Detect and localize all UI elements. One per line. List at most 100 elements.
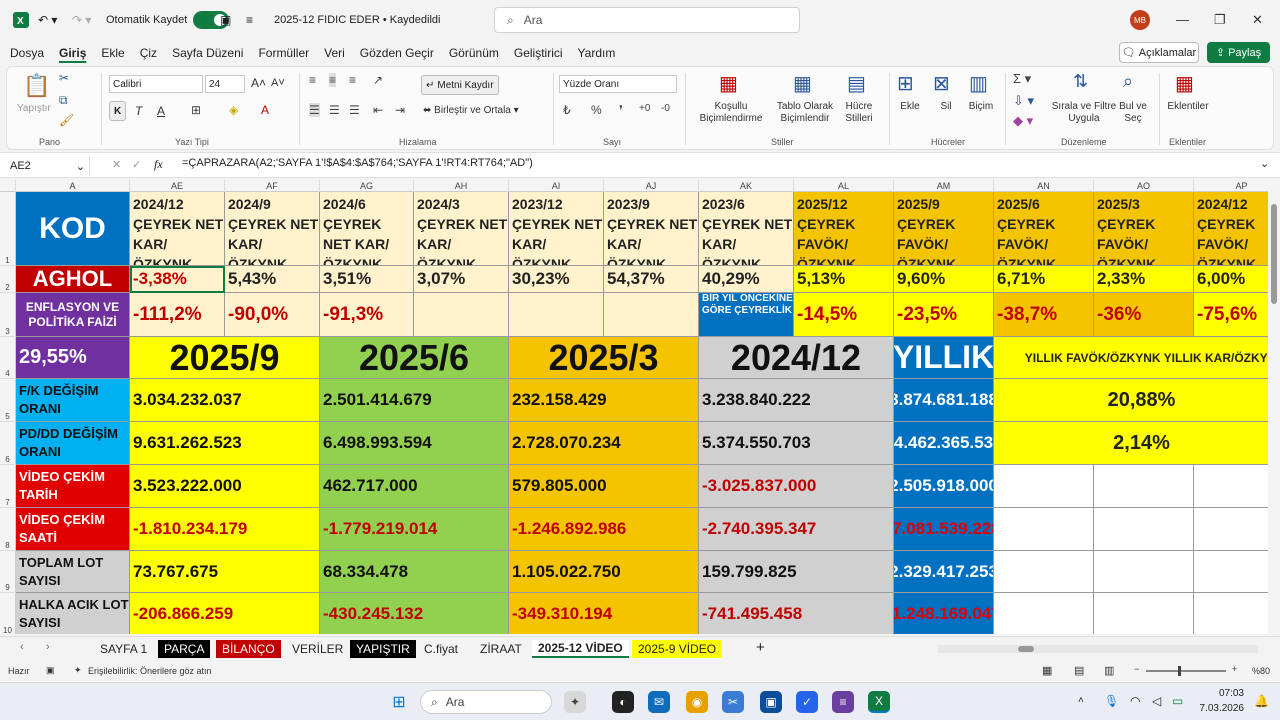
inflation-label[interactable]: ENFLASYON VE POLİTİKA FAİZİ bbox=[16, 293, 130, 337]
column-header-a[interactable]: A bbox=[16, 180, 130, 192]
value-cell[interactable]: 6,00% bbox=[1194, 266, 1268, 293]
value-cell[interactable]: 159.799.825 bbox=[699, 551, 894, 593]
tab-developer[interactable]: Geliştirici bbox=[514, 46, 563, 60]
column-header-af[interactable]: AF bbox=[225, 180, 320, 192]
widgets-icon[interactable]: ✦ bbox=[564, 691, 586, 713]
delete-cells-button[interactable]: Sil bbox=[931, 101, 961, 113]
undo-icon[interactable]: ↶ ▾ bbox=[38, 0, 57, 40]
add-ins-icon[interactable]: ▦ bbox=[1175, 71, 1194, 96]
empty-cell[interactable] bbox=[1094, 551, 1194, 593]
cancel-icon[interactable]: ✕ bbox=[112, 158, 121, 171]
sheet-tab-2025-12-video[interactable]: 2025-12 VİDEO bbox=[532, 640, 629, 658]
insert-cells-icon[interactable]: ⊞ bbox=[897, 71, 914, 96]
value-cell[interactable]: 24.462.365.532 bbox=[894, 422, 994, 465]
value-cell[interactable]: -23,5% bbox=[894, 293, 994, 337]
value-cell[interactable]: -7.081.539.228 bbox=[894, 508, 994, 551]
format-as-table-icon[interactable]: ▦ bbox=[793, 71, 812, 96]
increase-decimal-icon[interactable]: +0 bbox=[639, 103, 650, 114]
column-title-cell[interactable]: 2025/9 ÇEYREK FAVÖK/ ÖZKYNK bbox=[894, 192, 994, 266]
empty-cell[interactable] bbox=[1094, 508, 1194, 551]
tab-home[interactable]: Giriş bbox=[59, 46, 86, 60]
row-label[interactable]: TOPLAM LOT SAYISI bbox=[16, 551, 130, 593]
row-label[interactable]: PD/DD DEĞİŞİM ORANI bbox=[16, 422, 130, 465]
column-header-am[interactable]: AM bbox=[894, 180, 994, 192]
value-cell[interactable]: 2.329.417.253 bbox=[894, 551, 994, 593]
value-cell[interactable]: -91,3% bbox=[320, 293, 414, 337]
tab-page-layout[interactable]: Sayfa Düzeni bbox=[172, 46, 243, 60]
tab-insert[interactable]: Ekle bbox=[101, 46, 124, 60]
zoom-in-icon[interactable]: + bbox=[1232, 664, 1237, 674]
cell-styles-icon[interactable]: ▤ bbox=[847, 71, 866, 96]
sheet-tab-parca[interactable]: PARÇA bbox=[158, 640, 211, 658]
insert-function-icon[interactable]: fx bbox=[154, 157, 163, 172]
value-cell[interactable]: 9,60% bbox=[894, 266, 994, 293]
row-header-2[interactable]: 2 bbox=[0, 266, 16, 293]
worksheet-grid[interactable]: A AE AF AG AH AI AJ AK AL AM AN AO AP 1 2 3 4 5 6 7 8 9 10 KOD… bbox=[0, 180, 1268, 634]
ratio-cell[interactable]: 29,55% bbox=[16, 337, 130, 379]
value-cell[interactable]: 2,33% bbox=[1094, 266, 1194, 293]
select-all-corner[interactable] bbox=[0, 180, 16, 192]
orientation-icon[interactable]: ↗ bbox=[373, 73, 383, 87]
format-painter-icon[interactable]: 🖌 bbox=[59, 113, 74, 127]
column-header-ag[interactable]: AG bbox=[320, 180, 414, 192]
name-box[interactable]: AE2 ⌄ bbox=[6, 156, 90, 176]
add-sheet-icon[interactable]: + bbox=[756, 639, 765, 656]
page-break-icon[interactable]: ▥ bbox=[1104, 664, 1114, 677]
value-cell[interactable]: 8.874.681.188 bbox=[894, 379, 994, 422]
row-header-5[interactable]: 5 bbox=[0, 379, 16, 422]
wrap-text-button[interactable]: ↵ Metni Kaydır bbox=[421, 75, 499, 95]
font-name-select[interactable]: Calibri bbox=[109, 75, 203, 93]
column-title-cell[interactable]: 2023/9 ÇEYREK NET KAR/ ÖZKYNK bbox=[604, 192, 699, 266]
row-header-9[interactable]: 9 bbox=[0, 551, 16, 593]
tab-view[interactable]: Görünüm bbox=[449, 46, 499, 60]
sheet-tab-ziraat[interactable]: ZİRAAT bbox=[474, 640, 528, 658]
decrease-decimal-icon[interactable]: -0 bbox=[661, 103, 670, 114]
value-cell[interactable]: -1.810.234.179 bbox=[130, 508, 320, 551]
column-header-ap[interactable]: AP bbox=[1194, 180, 1268, 192]
value-cell[interactable]: 2.728.070.234 bbox=[509, 422, 699, 465]
close-icon[interactable]: ✕ bbox=[1252, 12, 1263, 28]
microphone-icon[interactable]: 🎙 bbox=[1104, 694, 1119, 708]
decrease-indent-icon[interactable]: ⇤ bbox=[373, 103, 383, 117]
row-header-3[interactable]: 3 bbox=[0, 293, 16, 337]
value-cell[interactable]: 6,71% bbox=[994, 266, 1094, 293]
media-icon[interactable]: ≡ bbox=[832, 691, 854, 713]
value-cell[interactable]: -75,6% bbox=[1194, 293, 1268, 337]
align-right-icon[interactable]: ☰ bbox=[349, 103, 360, 117]
redo-icon[interactable]: ↷ ▾ bbox=[72, 0, 91, 40]
sort-filter-button[interactable]: Sırala ve Filtre Uygula bbox=[1049, 101, 1119, 125]
value-cell[interactable]: 40,29% bbox=[699, 266, 794, 293]
value-cell[interactable]: 6.498.993.594 bbox=[320, 422, 509, 465]
sheet-tab-yapistir[interactable]: YAPIŞTIR bbox=[350, 640, 416, 658]
tab-file[interactable]: Dosya bbox=[10, 46, 44, 60]
quarter-header[interactable]: 2025/9 bbox=[130, 337, 320, 379]
document-title[interactable]: 2025-12 FIDIC EDER • Kaydedildi bbox=[274, 0, 440, 40]
column-title-cell[interactable]: 2025/6 ÇEYREK FAVÖK/ ÖZKYNK bbox=[994, 192, 1094, 266]
format-cells-button[interactable]: Biçim bbox=[963, 101, 999, 113]
column-header-al[interactable]: AL bbox=[794, 180, 894, 192]
font-color-icon[interactable]: A bbox=[261, 103, 269, 117]
todo-icon[interactable]: ✓ bbox=[796, 691, 818, 713]
add-ins-button[interactable]: Eklentiler bbox=[1165, 101, 1211, 113]
column-title-cell[interactable]: 2024/6 ÇEYREK NET KAR/ ÖZKYNK bbox=[320, 192, 414, 266]
align-top-icon[interactable]: ≡ bbox=[309, 73, 316, 87]
value-cell[interactable]: 73.767.675 bbox=[130, 551, 320, 593]
column-header-ak[interactable]: AK bbox=[699, 180, 794, 192]
column-title-cell[interactable]: 2024/3 ÇEYREK NET KAR/ ÖZKYNK bbox=[414, 192, 509, 266]
value-cell[interactable] bbox=[604, 293, 699, 337]
value-cell[interactable]: -206.866.259 bbox=[130, 593, 320, 634]
minimize-icon[interactable]: — bbox=[1176, 12, 1189, 27]
row-header-8[interactable]: 8 bbox=[0, 508, 16, 551]
value-cell[interactable]: 2.505.918.000 bbox=[894, 465, 994, 508]
value-cell[interactable]: -111,2% bbox=[130, 293, 225, 337]
merge-center-button[interactable]: ⬌ Birleştir ve Ortala ▾ bbox=[423, 105, 519, 117]
tab-draw[interactable]: Çiz bbox=[140, 46, 157, 60]
find-select-button[interactable]: Bul ve Seç bbox=[1115, 101, 1151, 125]
page-layout-icon[interactable]: ▤ bbox=[1074, 664, 1084, 677]
value-cell[interactable]: -14,5% bbox=[794, 293, 894, 337]
snipping-icon[interactable]: ✂ bbox=[722, 691, 744, 713]
copy-icon[interactable]: ⧉ bbox=[59, 93, 68, 108]
scrollbar-thumb[interactable] bbox=[1018, 646, 1034, 652]
yearly-ratio-value[interactable]: 2,14% bbox=[994, 422, 1268, 465]
value-cell[interactable]: 3,07% bbox=[414, 266, 509, 293]
